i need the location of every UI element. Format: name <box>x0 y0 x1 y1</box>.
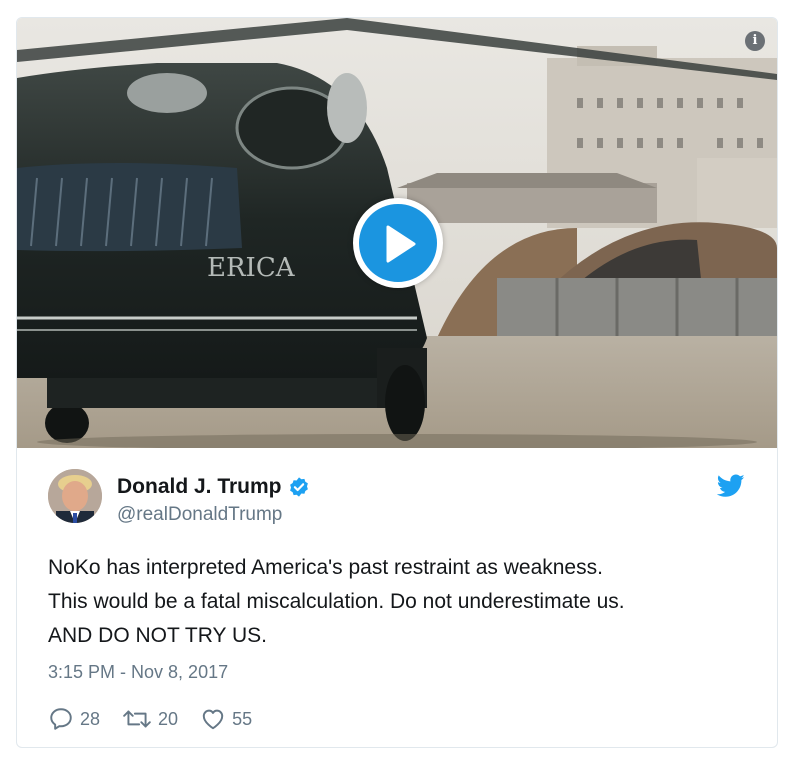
retweet-count: 20 <box>158 708 179 729</box>
like-count: 55 <box>232 708 253 729</box>
tweet-body: Donald J. Trump @realDonaldTrump NoKo ha… <box>17 449 777 747</box>
tweet-text: NoKo has interpreted America's past rest… <box>48 556 625 647</box>
tweet-card: ERICA i Donald J. Trump @realDonaldTrump… <box>16 17 778 748</box>
avatar[interactable] <box>48 469 102 523</box>
like-button[interactable]: 55 <box>200 706 252 732</box>
author-name[interactable]: Donald J. Trump <box>117 475 310 499</box>
heart-icon <box>202 709 224 730</box>
twitter-bird-icon[interactable] <box>716 474 745 503</box>
tweet-timestamp[interactable]: 3:15 PM - Nov 8, 2017 <box>48 662 228 683</box>
play-icon <box>386 225 416 263</box>
author-handle[interactable]: @realDonaldTrump <box>117 504 282 526</box>
reply-count: 28 <box>80 708 101 729</box>
info-icon-glyph: i <box>752 33 758 48</box>
author-name-text: Donald J. Trump <box>117 475 282 498</box>
avatar-portrait <box>48 469 102 523</box>
play-button[interactable] <box>353 198 443 288</box>
video-thumbnail[interactable]: ERICA i <box>17 18 777 448</box>
retweet-button[interactable]: 20 <box>122 706 178 732</box>
info-icon[interactable]: i <box>745 31 765 51</box>
reply-button[interactable]: 28 <box>48 706 100 732</box>
verified-badge-icon <box>288 476 310 498</box>
reply-icon <box>50 708 72 730</box>
helicopter-lettering: ERICA <box>207 253 296 283</box>
tweet-actions: 28 20 55 <box>48 706 274 732</box>
retweet-icon <box>123 710 151 728</box>
